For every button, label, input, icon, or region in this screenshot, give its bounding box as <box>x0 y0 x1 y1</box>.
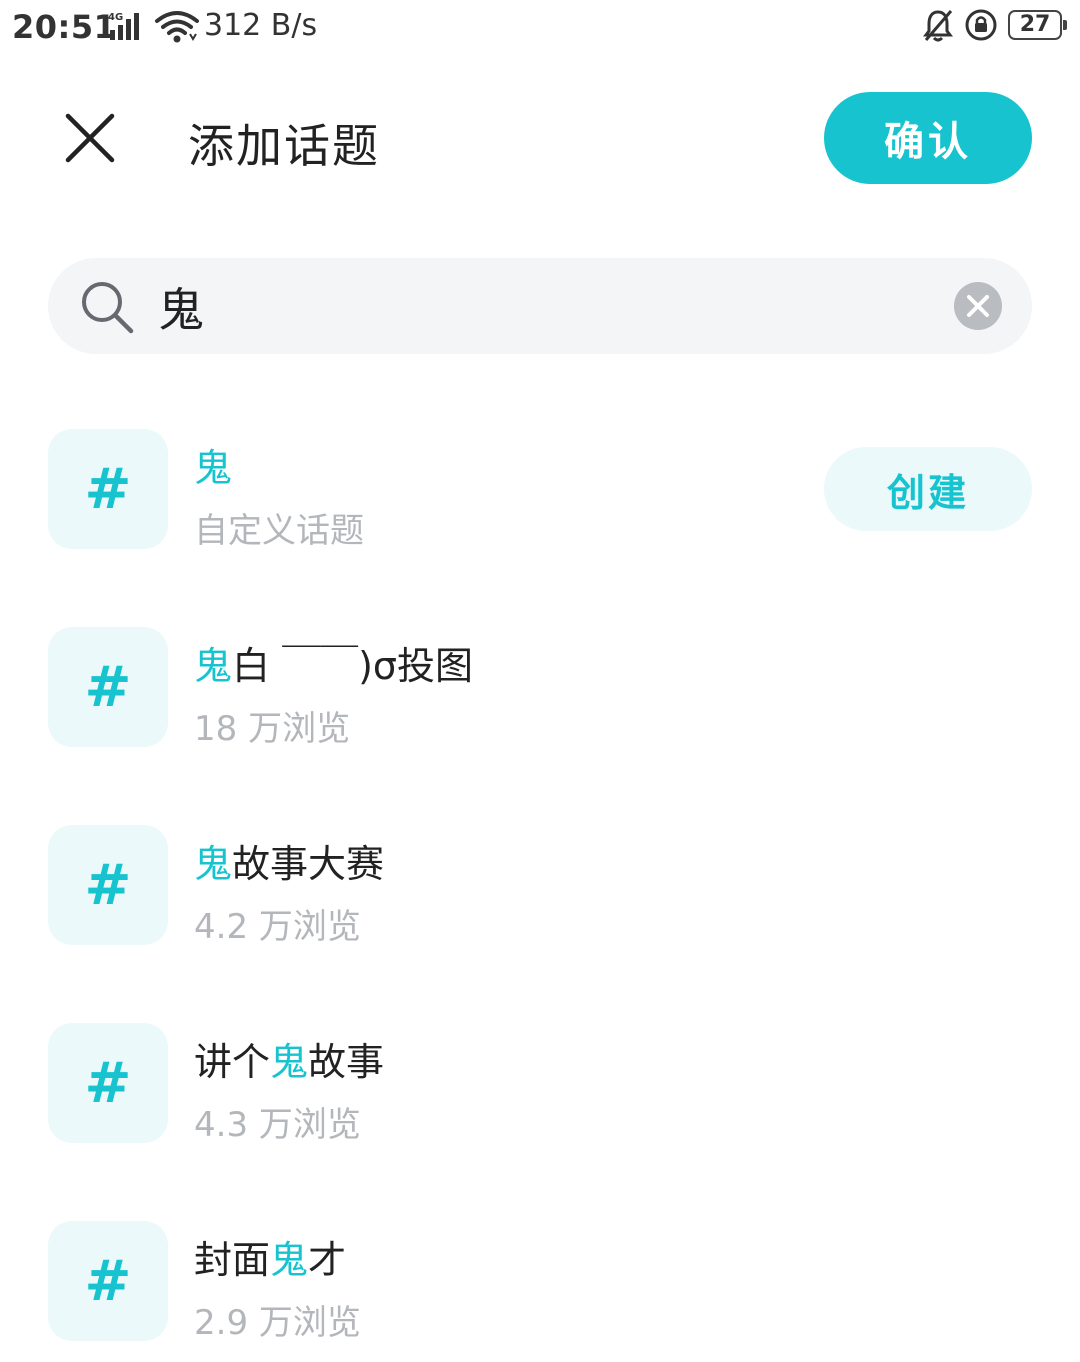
topic-name-highlight: 鬼 <box>194 446 233 490</box>
topic-name-highlight: 鬼 <box>194 644 233 688</box>
topic-item[interactable]: # 鬼白 ￣￣)σ投图 18 万浏览 <box>0 627 1080 767</box>
topic-item[interactable]: # 封面鬼才 2.9 万浏览 <box>0 1221 1080 1361</box>
search-bar <box>48 258 1032 354</box>
topic-name-suffix: 故事大赛 <box>232 842 385 886</box>
topic-name-suffix: 才 <box>308 1238 347 1282</box>
topic-name-prefix: 讲个 <box>194 1040 271 1084</box>
topic-item-custom[interactable]: # 鬼 自定义话题 创建 <box>0 429 1080 569</box>
hash-icon: # <box>48 627 168 747</box>
search-icon <box>82 282 134 334</box>
topic-name: 讲个鬼故事 <box>194 1031 384 1086</box>
hash-icon: # <box>48 825 168 945</box>
topic-name-highlight: 鬼 <box>270 1040 309 1084</box>
status-right-group: 27 <box>922 8 1067 42</box>
topic-name: 封面鬼才 <box>194 1229 346 1284</box>
topic-meta: 2.9 万浏览 <box>194 1303 361 1343</box>
topic-name: 鬼故事大赛 <box>194 833 384 888</box>
rotation-lock-icon <box>965 9 997 41</box>
topic-item[interactable]: # 鬼故事大赛 4.2 万浏览 <box>0 825 1080 965</box>
topic-name-highlight: 鬼 <box>194 842 233 886</box>
confirm-button[interactable]: 确认 <box>824 92 1032 184</box>
wifi-icon <box>155 11 199 43</box>
status-time: 20:51 <box>12 8 117 46</box>
page-title: 添加话题 <box>188 119 380 173</box>
status-bar: 20:51 4G 312 B/s 27 <box>0 0 1080 56</box>
topic-name-highlight: 鬼 <box>270 1238 309 1282</box>
battery-icon: 27 <box>1008 10 1067 40</box>
topic-meta: 4.2 万浏览 <box>194 907 361 947</box>
add-topic-screen: 20:51 4G 312 B/s 27 添加话题 确认 鬼 # 鬼 自定义话题 … <box>0 0 1080 1362</box>
create-button[interactable]: 创建 <box>824 447 1032 531</box>
topic-meta: 自定义话题 <box>194 511 364 551</box>
topic-name: 鬼白 ￣￣)σ投图 <box>194 635 473 690</box>
hash-icon: # <box>48 429 168 549</box>
topic-meta: 4.3 万浏览 <box>194 1105 361 1145</box>
hash-icon: # <box>48 1023 168 1143</box>
topic-name-prefix: 封面 <box>194 1238 271 1282</box>
search-input[interactable] <box>156 272 940 342</box>
hash-icon: # <box>48 1221 168 1341</box>
topic-name-suffix: 白 ￣￣)σ投图 <box>232 644 474 688</box>
topic-name-suffix: 故事 <box>308 1040 385 1084</box>
close-icon[interactable] <box>58 106 122 170</box>
clear-icon[interactable] <box>954 282 1002 330</box>
signal-icon: 4G <box>108 12 139 40</box>
topic-meta: 18 万浏览 <box>194 709 351 749</box>
mute-icon <box>923 10 953 42</box>
topic-item[interactable]: # 讲个鬼故事 4.3 万浏览 <box>0 1023 1080 1163</box>
network-speed: 312 B/s <box>204 8 318 43</box>
topic-name: 鬼 <box>194 437 232 492</box>
network-type-label: 4G <box>108 12 123 23</box>
